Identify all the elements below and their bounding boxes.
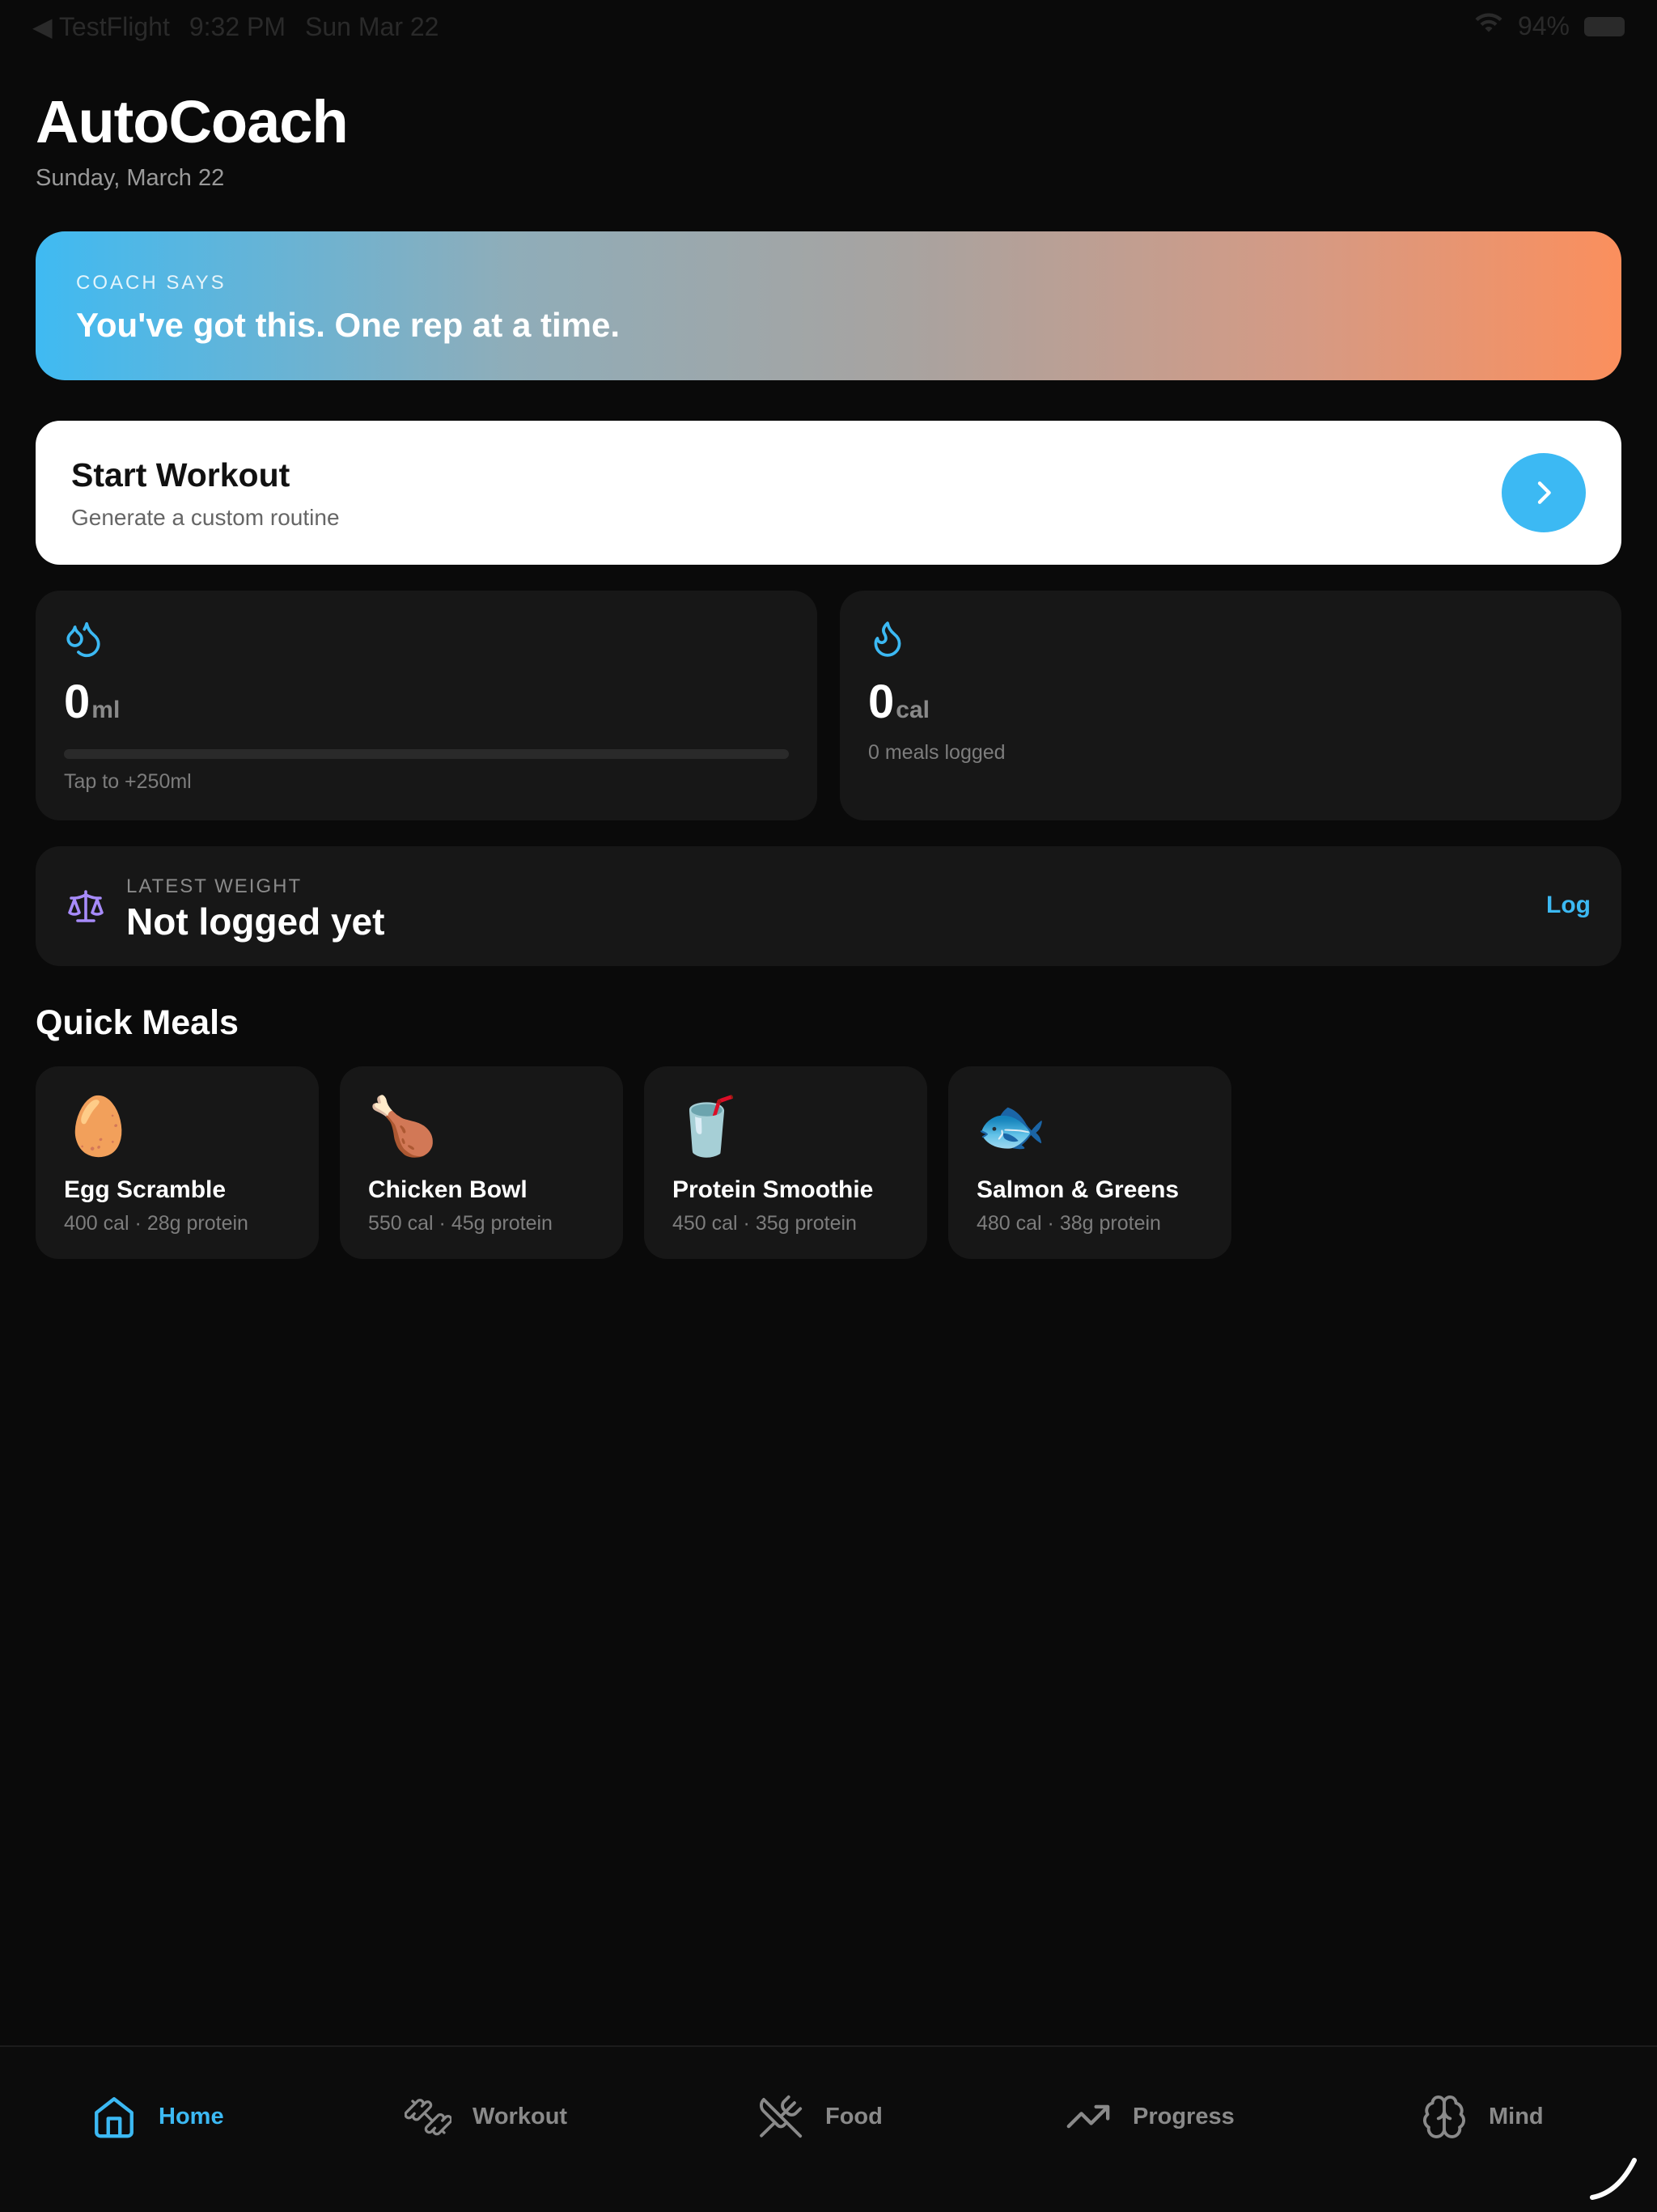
weight-value: Not logged yet bbox=[126, 900, 385, 943]
scale-icon bbox=[68, 890, 104, 922]
calories-value: 0cal bbox=[868, 676, 930, 728]
weight-kicker: LATEST WEIGHT bbox=[126, 875, 303, 897]
coach-quote: You've got this. One rep at a time. bbox=[76, 306, 620, 344]
calories-card: 0cal 0 meals logged bbox=[840, 591, 1621, 820]
meals-logged-count: 0 meals logged bbox=[868, 741, 1006, 764]
meal-name: Salmon & Greens bbox=[977, 1176, 1180, 1203]
water-unit: ml bbox=[91, 697, 121, 723]
chicken-leg-icon: 🍗 bbox=[367, 1095, 439, 1158]
meal-info: 550 cal · 45g protein bbox=[368, 1212, 553, 1235]
meal-card-salmon-greens[interactable]: 🐟 Salmon & Greens 480 cal · 38g protein bbox=[948, 1066, 1231, 1259]
meal-info: 450 cal · 35g protein bbox=[672, 1212, 857, 1235]
log-weight-button[interactable]: Log bbox=[1546, 892, 1591, 919]
tab-home[interactable]: Home bbox=[91, 2092, 224, 2141]
home-icon bbox=[95, 2097, 133, 2138]
cup-with-straw-icon: 🥤 bbox=[672, 1095, 743, 1158]
start-workout-subtitle: Generate a custom routine bbox=[71, 505, 340, 530]
utensils-crossed-icon bbox=[760, 2095, 803, 2138]
back-to-app-link[interactable]: ◀ TestFlight bbox=[32, 11, 170, 42]
flame-icon bbox=[874, 621, 901, 657]
tab-label: Progress bbox=[1133, 2103, 1235, 2129]
calories-unit: cal bbox=[896, 697, 930, 723]
status-time: 9:32 PM bbox=[189, 11, 286, 41]
meal-name: Protein Smoothie bbox=[672, 1176, 874, 1203]
page-date: Sunday, March 22 bbox=[36, 165, 225, 191]
start-workout-button[interactable] bbox=[1502, 453, 1586, 532]
wifi-icon bbox=[1474, 11, 1503, 41]
water-value: 0ml bbox=[64, 676, 121, 728]
coach-banner: COACH SAYS You've got this. One rep at a… bbox=[36, 231, 1621, 380]
tab-label: Workout bbox=[473, 2103, 568, 2129]
meal-info: 480 cal · 38g protein bbox=[977, 1212, 1161, 1235]
tab-label: Food bbox=[825, 2103, 883, 2129]
egg-icon: 🥚 bbox=[63, 1095, 134, 1158]
water-progress-bar bbox=[64, 749, 789, 759]
water-hint: Tap to +250ml bbox=[64, 770, 192, 793]
status-date: Sun Mar 22 bbox=[305, 11, 439, 41]
start-workout-title: Start Workout bbox=[71, 456, 290, 494]
meal-card-egg-scramble[interactable]: 🥚 Egg Scramble 400 cal · 28g protein bbox=[36, 1066, 319, 1259]
trending-up-icon bbox=[1066, 2104, 1110, 2129]
brain-icon bbox=[1423, 2095, 1465, 2138]
start-workout-card[interactable]: Start Workout Generate a custom routine bbox=[36, 421, 1621, 565]
tab-label: Home bbox=[159, 2103, 224, 2129]
tab-workout[interactable]: Workout bbox=[405, 2092, 567, 2141]
meal-card-protein-smoothie[interactable]: 🥤 Protein Smoothie 450 cal · 35g protein bbox=[644, 1066, 927, 1259]
dumbbell-icon bbox=[405, 2099, 451, 2136]
chevron-right-icon bbox=[1537, 481, 1551, 504]
home-indicator bbox=[1590, 2158, 1637, 2200]
quick-meals-title: Quick Meals bbox=[36, 1003, 239, 1042]
droplets-icon bbox=[66, 622, 100, 658]
tab-mind[interactable]: Mind bbox=[1421, 2092, 1544, 2141]
battery-percent: 94% bbox=[1517, 11, 1570, 40]
battery-icon bbox=[1584, 16, 1625, 36]
water-card[interactable]: 0ml Tap to +250ml bbox=[36, 591, 817, 820]
tab-bar: Home Workout Food Progress Mind bbox=[0, 2045, 1657, 2212]
coach-kicker: COACH SAYS bbox=[76, 272, 227, 294]
tab-label: Mind bbox=[1489, 2103, 1544, 2129]
tab-progress[interactable]: Progress bbox=[1065, 2092, 1235, 2141]
weight-card: LATEST WEIGHT Not logged yet Log bbox=[36, 846, 1621, 966]
page-title: AutoCoach bbox=[36, 88, 349, 155]
meal-name: Chicken Bowl bbox=[368, 1176, 528, 1203]
meal-card-chicken-bowl[interactable]: 🍗 Chicken Bowl 550 cal · 45g protein bbox=[340, 1066, 623, 1259]
fish-icon: 🐟 bbox=[976, 1095, 1047, 1158]
meal-name: Egg Scramble bbox=[64, 1176, 227, 1203]
meal-info: 400 cal · 28g protein bbox=[64, 1212, 248, 1235]
status-bar: ◀ TestFlight 9:32 PM Sun Mar 22 94% bbox=[32, 11, 1625, 47]
tab-food[interactable]: Food bbox=[757, 2092, 883, 2141]
